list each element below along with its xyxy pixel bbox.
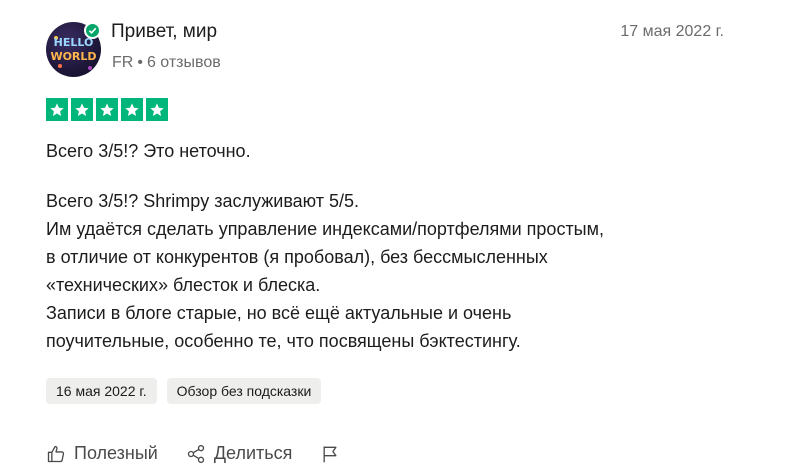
- review-date: 17 мая 2022 г.: [620, 23, 724, 40]
- useful-button[interactable]: Полезный: [46, 443, 158, 464]
- avatar-text-world: WORLD: [50, 50, 97, 63]
- review-body-line: поучительные, особенно те, что посвящены…: [46, 331, 521, 351]
- star-rating: [46, 98, 168, 121]
- star-icon: [71, 98, 93, 121]
- review-body-line: Записи в блоге старые, но всё ещё актуал…: [46, 303, 512, 323]
- avatar-decoration: [58, 64, 62, 68]
- verified-badge-icon: [84, 22, 101, 39]
- useful-label: Полезный: [74, 443, 158, 463]
- flag-button[interactable]: [320, 444, 340, 464]
- author-name[interactable]: Привет, мир: [111, 21, 217, 43]
- author-meta: FR • 6 отзывов: [112, 54, 221, 72]
- experience-date-tag: 16 мая 2022 г.: [46, 378, 157, 404]
- meta-separator: •: [137, 54, 143, 71]
- review-actions: Полезный Делиться: [46, 443, 368, 464]
- review-body-line: Всего 3/5!? Shrimpy заслуживают 5/5.: [46, 191, 360, 211]
- review-body-line: в отличие от конкурентов (я пробовал), б…: [46, 247, 548, 267]
- share-label: Делиться: [213, 443, 293, 463]
- review-tags: 16 мая 2022 г. Обзор без подсказки: [46, 378, 322, 404]
- share-button[interactable]: Делиться: [186, 443, 293, 464]
- star-icon: [96, 98, 118, 121]
- star-icon: [121, 98, 143, 121]
- review-body-line: Им удаётся сделать управление индексами/…: [46, 219, 604, 239]
- review-body-line: «технических» блесток и блеска.: [46, 275, 321, 295]
- flag-icon: [323, 446, 337, 462]
- review-title[interactable]: Всего 3/5!? Это неточно.: [46, 141, 251, 162]
- author-review-count: 6 отзывов: [146, 54, 221, 71]
- share-icon: [187, 444, 205, 463]
- star-icon: [146, 98, 168, 121]
- unprompted-review-tag[interactable]: Обзор без подсказки: [166, 378, 322, 404]
- review-body: Всего 3/5!? Shrimpy заслуживают 5/5. Им …: [46, 187, 746, 355]
- author-country: FR: [112, 54, 134, 71]
- avatar-decoration: [88, 66, 92, 70]
- thumbs-up-icon: [47, 445, 65, 462]
- review-header: HELLO WORLD Привет, мир FR • 6 отзывов 17 …: [46, 18, 736, 80]
- star-icon: [46, 98, 68, 121]
